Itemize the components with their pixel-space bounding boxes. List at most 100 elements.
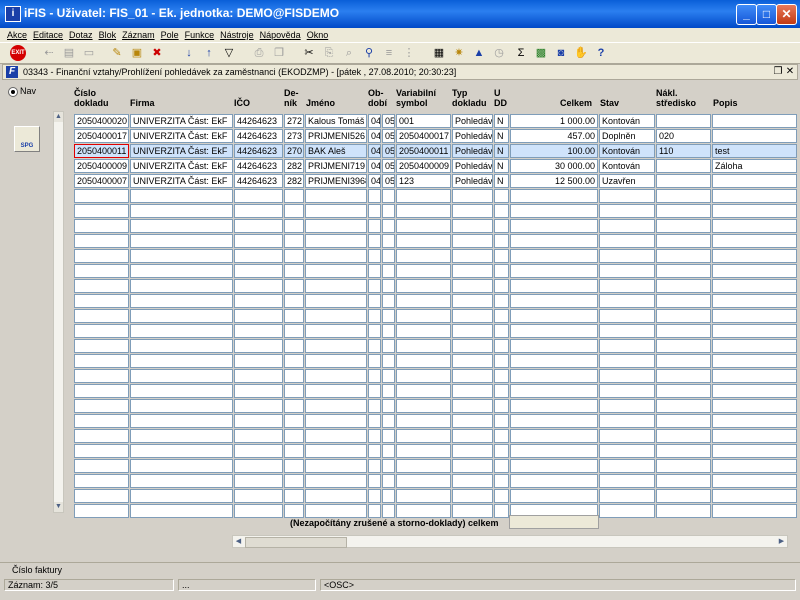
cell-ob2[interactable]: 05 <box>382 129 395 143</box>
empty-cell[interactable] <box>396 429 451 443</box>
empty-cell[interactable] <box>494 429 509 443</box>
cell-den[interactable]: 282 <box>284 159 304 173</box>
scroll-up-icon[interactable]: ▲ <box>54 112 63 122</box>
empty-cell[interactable] <box>712 249 797 263</box>
empty-cell[interactable] <box>130 414 233 428</box>
menu-napoveda[interactable]: Nápověda <box>257 28 304 42</box>
cell-ob2[interactable]: 05 <box>382 144 395 158</box>
empty-cell[interactable] <box>74 489 129 503</box>
empty-cell[interactable] <box>382 489 395 503</box>
cell-typ[interactable]: Pohledávk <box>452 174 493 188</box>
empty-cell[interactable] <box>396 414 451 428</box>
empty-cell[interactable] <box>396 489 451 503</box>
empty-cell[interactable] <box>234 294 283 308</box>
excel-icon[interactable]: ▩ <box>534 46 548 60</box>
empty-cell[interactable] <box>305 204 367 218</box>
empty-cell[interactable] <box>494 414 509 428</box>
empty-cell[interactable] <box>130 204 233 218</box>
cell-celkem[interactable]: 30 000.00 <box>510 159 598 173</box>
mountain-icon[interactable]: ▲ <box>472 46 486 60</box>
empty-cell[interactable] <box>599 459 655 473</box>
filter-icon[interactable]: ▽ <box>222 46 236 60</box>
empty-cell[interactable] <box>368 504 381 518</box>
empty-cell[interactable] <box>510 399 598 413</box>
empty-cell[interactable] <box>452 234 493 248</box>
empty-cell[interactable] <box>510 369 598 383</box>
empty-cell[interactable] <box>130 354 233 368</box>
empty-cell[interactable] <box>74 234 129 248</box>
cell-ico[interactable]: 44264623 <box>234 174 283 188</box>
empty-cell[interactable] <box>656 399 711 413</box>
empty-cell[interactable] <box>234 489 283 503</box>
empty-cell[interactable] <box>712 339 797 353</box>
empty-cell[interactable] <box>284 279 304 293</box>
empty-cell[interactable] <box>396 444 451 458</box>
empty-cell[interactable] <box>284 294 304 308</box>
empty-cell[interactable] <box>494 234 509 248</box>
empty-cell[interactable] <box>130 504 233 518</box>
list-icon[interactable]: ≡ <box>382 46 396 60</box>
cell-firma[interactable]: UNIVERZITA Část: EkF <box>130 174 233 188</box>
empty-cell[interactable] <box>284 429 304 443</box>
empty-cell[interactable] <box>368 444 381 458</box>
empty-cell[interactable] <box>368 324 381 338</box>
cell-den[interactable]: 270 <box>284 144 304 158</box>
empty-cell[interactable] <box>396 264 451 278</box>
empty-cell[interactable] <box>510 249 598 263</box>
empty-cell[interactable] <box>234 204 283 218</box>
cell-jmeno[interactable]: Kalous Tomáš D <box>305 114 367 128</box>
cell-celkem[interactable]: 1 000.00 <box>510 114 598 128</box>
menu-funkce[interactable]: Funkce <box>182 28 218 42</box>
empty-cell[interactable] <box>510 294 598 308</box>
empty-cell[interactable] <box>599 264 655 278</box>
empty-cell[interactable] <box>368 414 381 428</box>
empty-cell[interactable] <box>599 189 655 203</box>
empty-cell[interactable] <box>130 309 233 323</box>
empty-cell[interactable] <box>599 249 655 263</box>
cell-ob2[interactable]: 05 <box>382 159 395 173</box>
empty-cell[interactable] <box>74 384 129 398</box>
empty-cell[interactable] <box>452 219 493 233</box>
menu-dotaz[interactable]: Dotaz <box>66 28 96 42</box>
empty-cell[interactable] <box>74 429 129 443</box>
empty-cell[interactable] <box>74 249 129 263</box>
empty-cell[interactable] <box>305 504 367 518</box>
scroll-right-icon[interactable]: ▶ <box>776 536 787 547</box>
empty-cell[interactable] <box>382 234 395 248</box>
empty-cell[interactable] <box>510 189 598 203</box>
empty-cell[interactable] <box>712 264 797 278</box>
empty-cell[interactable] <box>382 384 395 398</box>
empty-cell[interactable] <box>130 219 233 233</box>
empty-cell[interactable] <box>130 369 233 383</box>
sort-asc-icon[interactable]: ↓ <box>182 46 196 60</box>
empty-cell[interactable] <box>234 309 283 323</box>
cell-ob1[interactable]: 04 <box>368 129 381 143</box>
empty-cell[interactable] <box>130 429 233 443</box>
empty-cell[interactable] <box>368 249 381 263</box>
empty-cell[interactable] <box>656 234 711 248</box>
empty-cell[interactable] <box>656 309 711 323</box>
empty-cell[interactable] <box>599 234 655 248</box>
empty-cell[interactable] <box>599 444 655 458</box>
empty-cell[interactable] <box>656 369 711 383</box>
cell-vs[interactable]: 2050400009 <box>396 159 451 173</box>
empty-cell[interactable] <box>494 444 509 458</box>
cell-typ[interactable]: Pohledávk <box>452 144 493 158</box>
empty-cell[interactable] <box>452 489 493 503</box>
empty-cell[interactable] <box>656 459 711 473</box>
empty-cell[interactable] <box>368 204 381 218</box>
empty-cell[interactable] <box>452 264 493 278</box>
empty-cell[interactable] <box>382 309 395 323</box>
empty-cell[interactable] <box>130 264 233 278</box>
empty-cell[interactable] <box>599 309 655 323</box>
empty-cell[interactable] <box>284 309 304 323</box>
empty-cell[interactable] <box>494 264 509 278</box>
empty-cell[interactable] <box>599 339 655 353</box>
cell-ob1[interactable]: 04 <box>368 144 381 158</box>
empty-cell[interactable] <box>510 339 598 353</box>
empty-cell[interactable] <box>382 354 395 368</box>
empty-cell[interactable] <box>599 414 655 428</box>
empty-cell[interactable] <box>656 384 711 398</box>
empty-cell[interactable] <box>656 444 711 458</box>
empty-cell[interactable] <box>656 504 711 518</box>
